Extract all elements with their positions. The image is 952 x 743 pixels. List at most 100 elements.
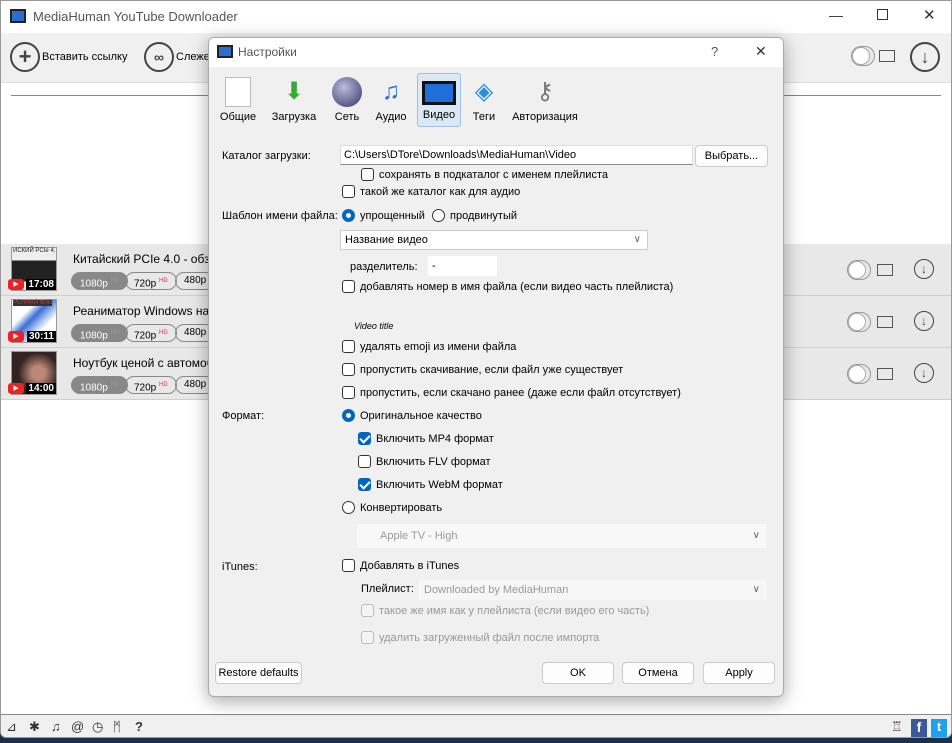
youtube-icon: ▶ <box>8 331 24 342</box>
youtube-icon: ▶ <box>8 383 24 394</box>
download-all-button[interactable]: ↓ <box>910 42 940 72</box>
dialog-title-bar: Настройки ? ✕ <box>209 38 783 67</box>
facebook-icon[interactable]: f <box>911 719 927 737</box>
quality-720p[interactable]: 720p HD <box>125 324 177 342</box>
tag-icon: ◈ <box>474 78 494 105</box>
subdir-checkbox[interactable]: сохранять в подкаталог с именем плейлист… <box>361 168 608 181</box>
video-mode-icon <box>877 368 893 380</box>
delete-after-checkbox[interactable]: удалить загруженный файл после импорта <box>361 631 599 644</box>
dialog-close-button[interactable]: ✕ <box>755 43 767 60</box>
simple-radio[interactable]: упрощенный <box>342 209 425 222</box>
advanced-radio[interactable]: продвинутый <box>432 209 517 222</box>
download-button[interactable]: ↓ <box>914 311 934 331</box>
video-mode-icon <box>879 50 895 62</box>
help-icon[interactable]: ? <box>135 719 143 734</box>
clock-icon[interactable]: ◷ <box>92 719 103 735</box>
tab-audio[interactable]: ♫ Аудио <box>371 73 411 127</box>
thumbnail: РЕННАЯ ФЛЕ ▶ 30:11 <box>8 299 57 343</box>
window-title: MediaHuman YouTube Downloader <box>33 9 238 24</box>
original-quality-radio[interactable]: Оригинальное качество <box>342 409 482 422</box>
global-toggle[interactable] <box>851 46 875 66</box>
tab-authorization[interactable]: ⚷ Авторизация <box>509 73 581 127</box>
chevron-down-icon: ∨ <box>752 530 760 541</box>
playlist-select[interactable]: Downloaded by MediaHuman ∨ <box>419 580 767 600</box>
video-mode-icon <box>877 316 893 328</box>
duration: 30:11 <box>26 331 56 342</box>
quality-1080p[interactable]: 1080p HD <box>71 272 129 290</box>
tab-network[interactable]: Сеть <box>327 73 367 127</box>
filename-preview: Video title <box>354 321 394 331</box>
item-toggle[interactable] <box>847 260 871 280</box>
remove-emoji-checkbox[interactable]: удалять emoji из имени файла <box>342 340 516 353</box>
tab-general[interactable]: Общие <box>217 73 259 127</box>
itunes-label: iTunes: <box>222 561 258 573</box>
format-label: Формат: <box>222 410 265 422</box>
item-toggle[interactable] <box>847 364 871 384</box>
keys-icon: ⚷ <box>536 78 554 105</box>
music-icon[interactable]: ♫ <box>51 719 61 734</box>
thumbnail: ▶ 14:00 <box>8 351 57 395</box>
status-bar: ⊿ ✱ ♫ @ ◷ ᛗ ? ♖ f t <box>1 714 951 737</box>
paste-link-button[interactable]: + Вставить ссылку <box>10 42 127 72</box>
quality-720p[interactable]: 720p HD <box>125 272 177 290</box>
add-number-checkbox[interactable]: добавлять номер в имя файла (если видео … <box>342 280 673 293</box>
maximize-button[interactable] <box>877 9 888 20</box>
download-button[interactable]: ↓ <box>914 363 934 383</box>
browse-button[interactable]: Выбрать... <box>695 145 768 167</box>
video-title: Ноутбук ценой с автомоби <box>73 356 221 370</box>
help-button[interactable]: ? <box>711 44 718 59</box>
template-label: Шаблон имени файла: <box>222 210 338 222</box>
mp4-checkbox[interactable]: Включить MP4 формат <box>358 432 494 445</box>
track-button[interactable]: ∞ Слеже <box>144 42 210 72</box>
download-arrow-icon: ⬇ <box>283 78 305 105</box>
tab-download[interactable]: ⬇ Загрузка <box>267 73 321 127</box>
title-bar: MediaHuman YouTube Downloader — ✕ <box>1 1 951 33</box>
quality-1080p[interactable]: 1080p HD <box>71 376 129 394</box>
template-select[interactable]: Название видео ∨ <box>340 230 648 250</box>
minimize-button[interactable]: — <box>829 7 843 23</box>
settings-dialog: Настройки ? ✕ Общие ⬇ Загрузка Сеть ♫ Ауди… <box>208 37 784 697</box>
tab-video[interactable]: Видео <box>417 73 461 127</box>
same-dir-checkbox[interactable]: такой же каталог как для аудио <box>342 185 520 198</box>
ok-button[interactable]: OK <box>542 662 614 684</box>
flv-checkbox[interactable]: Включить FLV формат <box>358 455 491 468</box>
restore-defaults-button[interactable]: Restore defaults <box>215 662 302 684</box>
switch-icon <box>225 77 251 107</box>
robot-icon[interactable]: ♖ <box>891 719 903 735</box>
film-icon <box>422 81 456 105</box>
app-logo-icon <box>10 9 26 23</box>
paste-link-label: Вставить ссылку <box>42 51 128 63</box>
separator-input[interactable]: - <box>428 256 497 276</box>
download-dir-label: Каталог загрузки: <box>222 150 311 162</box>
convert-radio[interactable]: Конвертировать <box>342 501 442 514</box>
gear-icon[interactable]: ✱ <box>29 719 40 735</box>
snail-icon[interactable]: @ <box>71 719 84 734</box>
apply-button[interactable]: Apply <box>703 662 775 684</box>
skip-exists-checkbox[interactable]: пропустить скачивание, если файл уже сущ… <box>342 363 623 376</box>
youtube-icon: ▶ <box>8 279 24 290</box>
skip-downloaded-checkbox[interactable]: пропустить, если скачано ранее (даже есл… <box>342 386 681 399</box>
binoculars-icon: ∞ <box>144 42 174 72</box>
item-toggle[interactable] <box>847 312 871 332</box>
app-logo-icon <box>217 45 233 58</box>
quality-1080p[interactable]: 1080p HD <box>71 324 129 342</box>
download-button[interactable]: ↓ <box>914 259 934 279</box>
separator-label: разделитель: <box>350 261 418 273</box>
download-dir-input[interactable]: C:\Users\DTore\Downloads\MediaHuman\Vide… <box>340 145 693 165</box>
webm-checkbox[interactable]: Включить WebM формат <box>358 478 503 491</box>
cancel-button[interactable]: Отмена <box>622 662 694 684</box>
binoculars-icon[interactable]: ᛗ <box>113 719 121 734</box>
music-note-icon: ♫ <box>382 78 400 105</box>
video-title: Китайский PCIe 4.0 - обзор <box>73 252 223 266</box>
convert-preset-select[interactable]: Apple TV - High ∨ <box>357 524 767 548</box>
close-button[interactable]: ✕ <box>923 6 936 24</box>
quality-720p[interactable]: 720p HD <box>125 376 177 394</box>
same-name-checkbox[interactable]: такое же имя как у плейлиста (если видео… <box>361 604 649 617</box>
tab-tags[interactable]: ◈ Теги <box>467 73 501 127</box>
video-mode-icon <box>877 264 893 276</box>
duration: 17:08 <box>26 279 56 290</box>
plus-icon: + <box>10 42 40 72</box>
add-itunes-checkbox[interactable]: Добавлять в iTunes <box>342 559 459 572</box>
broom-icon[interactable]: ⊿ <box>6 719 17 735</box>
twitter-icon[interactable]: t <box>931 719 947 737</box>
